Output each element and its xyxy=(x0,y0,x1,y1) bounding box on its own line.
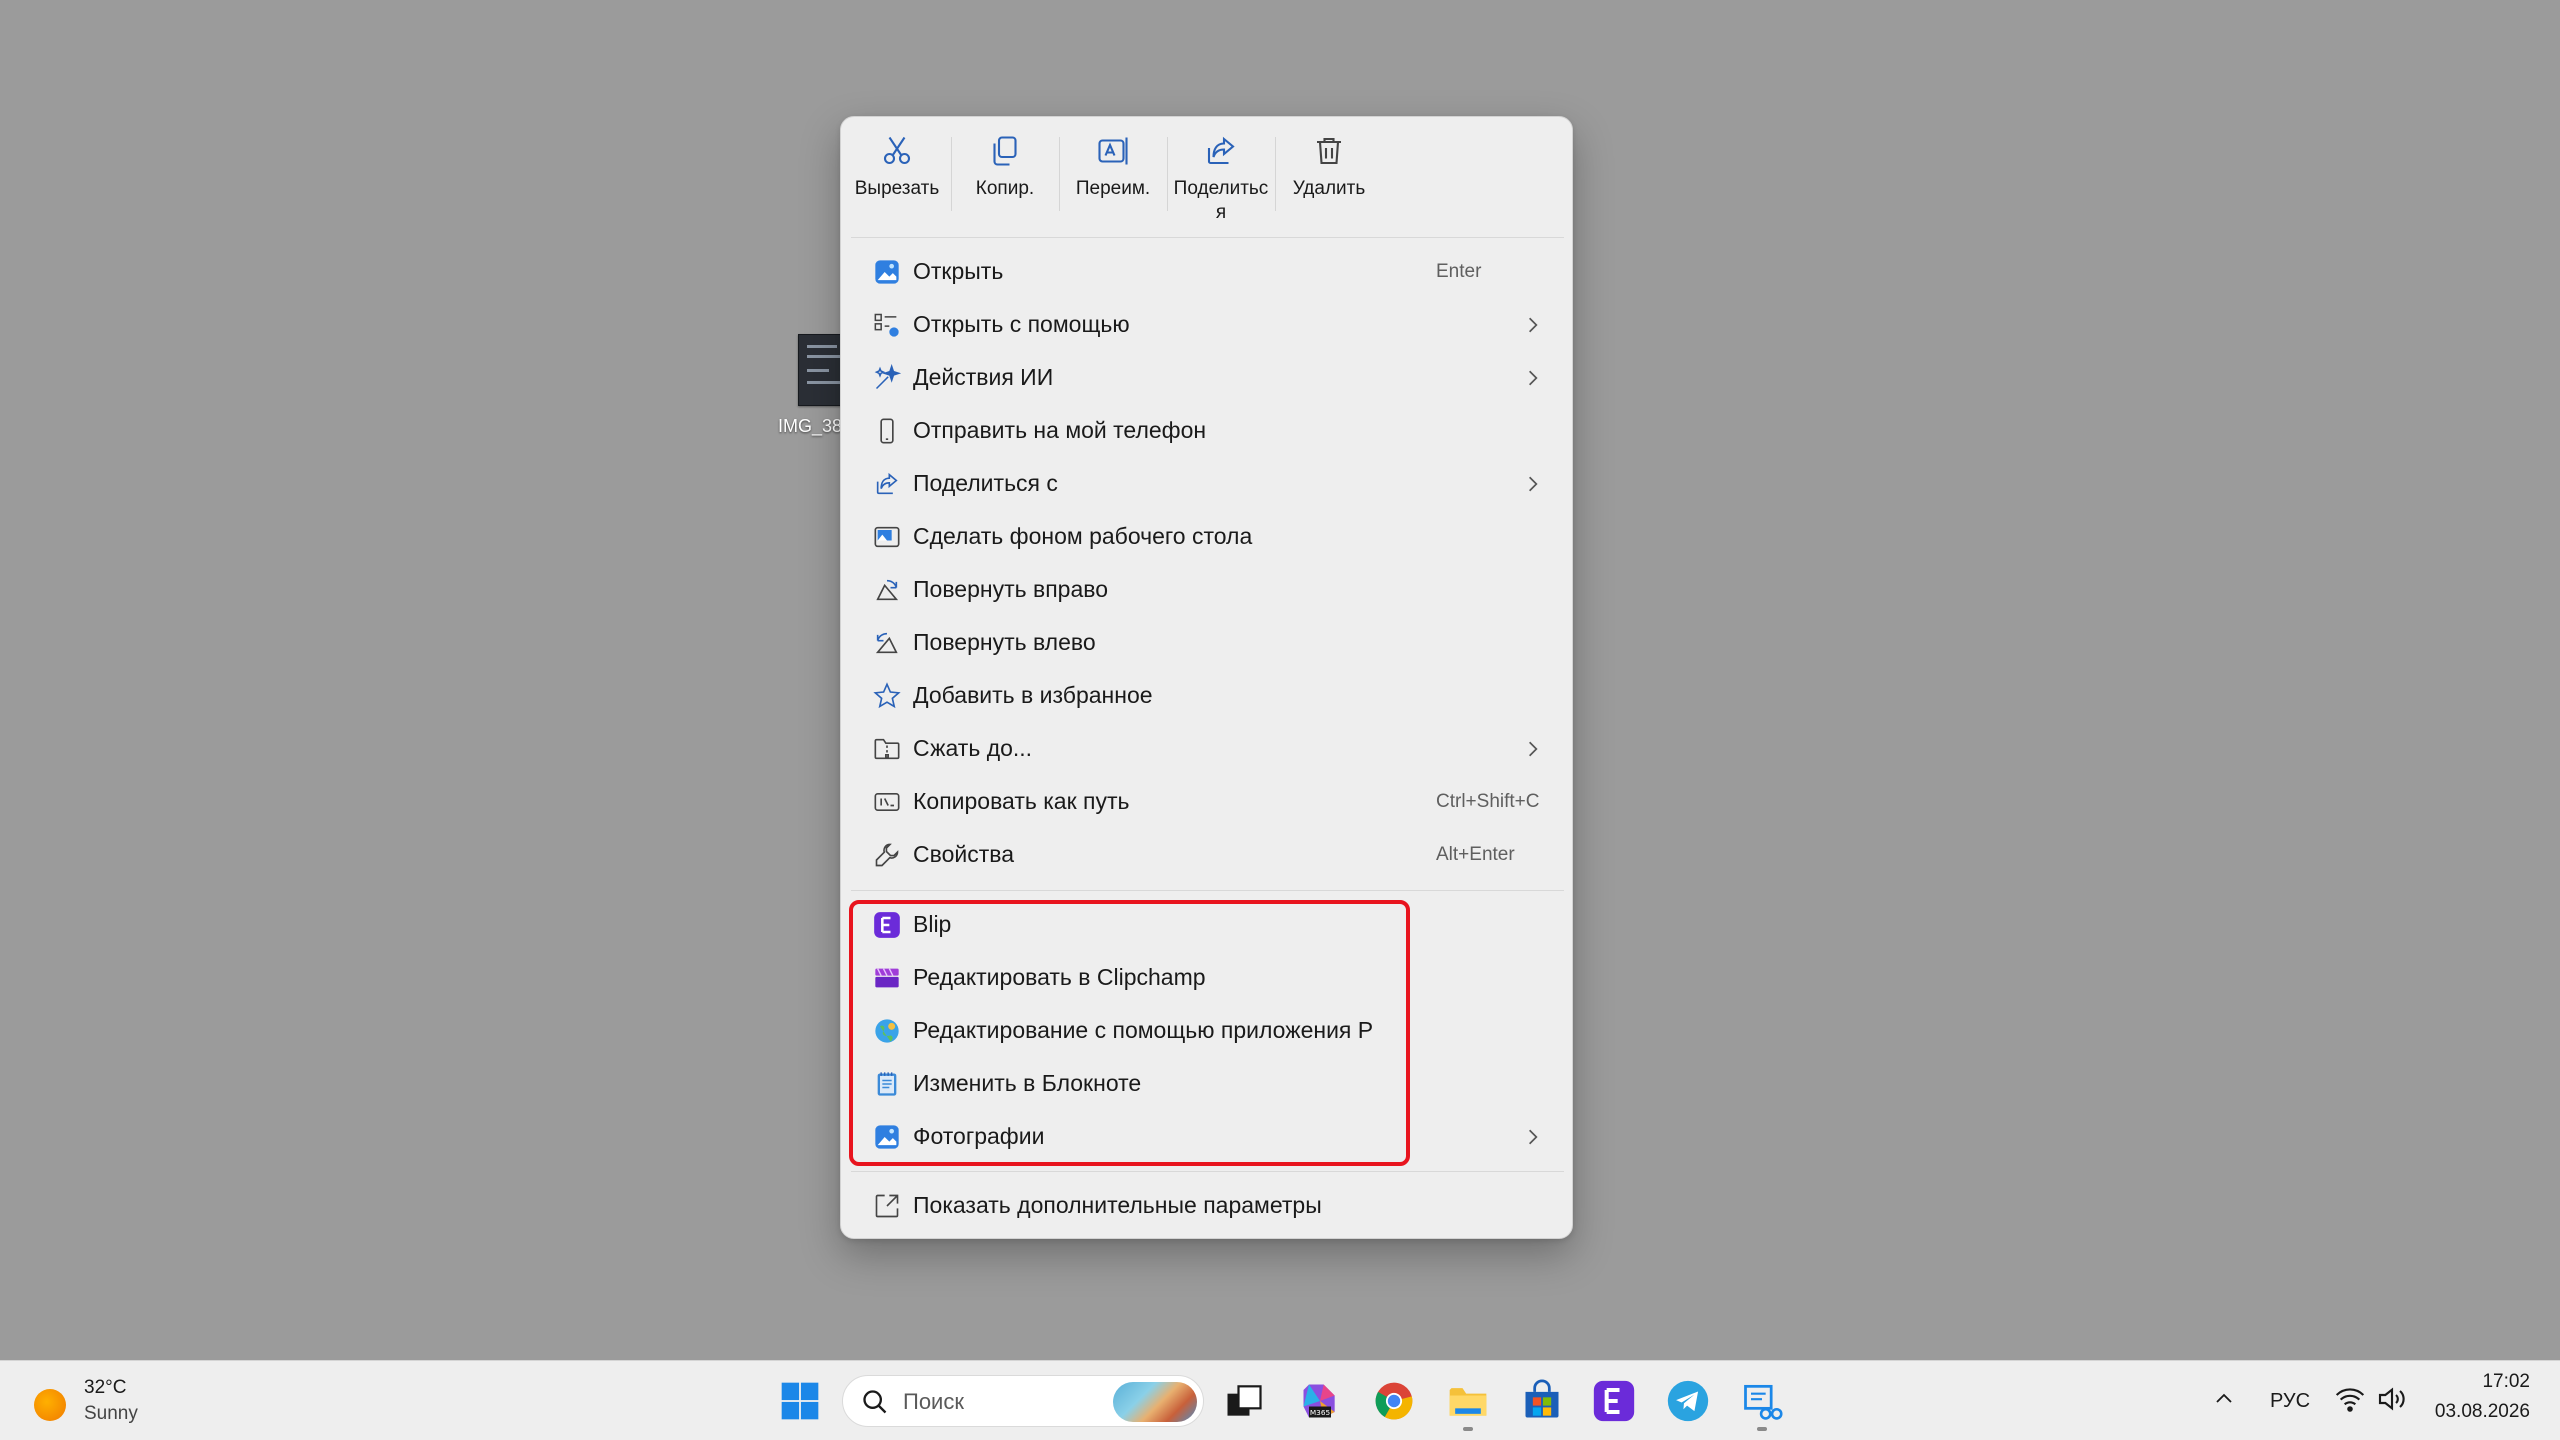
chevron-right-icon xyxy=(1529,1129,1538,1145)
scissors-icon xyxy=(883,136,911,165)
zip-folder-icon xyxy=(874,738,900,760)
share-icon xyxy=(876,472,898,495)
menu-item-properties[interactable]: Свойства Alt+Enter xyxy=(849,828,1564,881)
menu-divider xyxy=(851,890,1564,891)
menu-item-set-wallpaper[interactable]: Сделать фоном рабочего стола xyxy=(849,510,1564,563)
copy-button[interactable]: Копир. xyxy=(953,129,1057,233)
menu-item-add-favorite[interactable]: Добавить в избранное xyxy=(849,669,1564,722)
chevron-right-icon xyxy=(1529,476,1538,492)
clock-time[interactable]: 17:02 xyxy=(2440,1371,2530,1393)
cut-button[interactable]: Вырезать xyxy=(845,129,949,233)
star-icon xyxy=(873,682,901,709)
windows-start-icon[interactable] xyxy=(778,1379,822,1423)
running-indicator xyxy=(1463,1427,1473,1431)
task-view-icon[interactable] xyxy=(1222,1379,1266,1423)
chevron-right-icon xyxy=(1529,370,1538,386)
cut-label: Вырезать xyxy=(854,178,940,199)
menu-item-open-with[interactable]: Открыть с помощью xyxy=(849,298,1564,351)
ai-sparkle-icon xyxy=(874,364,901,390)
copy-label: Копир. xyxy=(975,178,1035,199)
volume-icon[interactable] xyxy=(2376,1383,2408,1415)
weather-temp: 32°C xyxy=(84,1377,127,1398)
menu-item-rotate-left[interactable]: Повернуть влево xyxy=(849,616,1564,669)
rename-label: Переим. xyxy=(1075,178,1151,199)
photos-app-icon xyxy=(875,260,899,284)
menu-item-share-with[interactable]: Поделиться с xyxy=(849,457,1564,510)
menu-divider xyxy=(851,237,1564,238)
menu-item-label: Повернуть влево xyxy=(913,629,1096,655)
snipping-tool-icon[interactable] xyxy=(1740,1379,1784,1423)
expand-icon xyxy=(875,1194,899,1218)
chevron-right-icon xyxy=(1529,317,1538,333)
delete-label: Удалить xyxy=(1292,178,1366,199)
search-placeholder: Поиск xyxy=(903,1389,964,1414)
menu-item-label: Поделиться с xyxy=(913,470,1058,496)
taskbar-search[interactable]: Поиск xyxy=(842,1375,1204,1427)
menu-item-label: Копировать как путь xyxy=(913,788,1130,814)
share-button[interactable]: Поделиться xyxy=(1169,129,1273,233)
chevron-right-icon xyxy=(1529,741,1538,757)
menu-item-send-to-phone[interactable]: Отправить на мой телефон xyxy=(849,404,1564,457)
sun-icon xyxy=(34,1389,66,1421)
menu-item-compress[interactable]: Сжать до... xyxy=(849,722,1564,775)
menu-item-label: Свойства xyxy=(913,841,1014,867)
menu-item-label: Сделать фоном рабочего стола xyxy=(913,523,1253,549)
menu-item-label: Повернуть вправо xyxy=(913,576,1108,602)
clock-date[interactable]: 03.08.2026 xyxy=(2420,1401,2530,1423)
menu-item-label: Сжать до... xyxy=(913,735,1033,761)
delete-button[interactable]: Удалить xyxy=(1277,129,1381,233)
menu-item-label: Открыть с помощью xyxy=(913,311,1130,337)
running-indicator xyxy=(1757,1427,1767,1431)
wrench-icon xyxy=(875,843,899,867)
menu-item-ai-actions[interactable]: Действия ИИ xyxy=(849,351,1564,404)
search-highlight-image xyxy=(1113,1382,1197,1422)
svg-text:M365: M365 xyxy=(1310,1408,1331,1417)
shortcut-hint: Ctrl+Shift+C xyxy=(1436,791,1540,812)
menu-item-label: Показать дополнительные параметры xyxy=(913,1192,1322,1218)
copy-path-icon xyxy=(874,793,900,811)
menu-item-label: Действия ИИ xyxy=(913,364,1054,390)
share-icon xyxy=(1207,136,1235,165)
file-explorer-icon[interactable] xyxy=(1446,1379,1490,1423)
trash-icon xyxy=(1317,137,1341,165)
chrome-icon[interactable] xyxy=(1372,1379,1416,1423)
search-icon xyxy=(863,1390,887,1414)
blip-app-icon[interactable] xyxy=(1592,1379,1636,1423)
chevron-up-icon[interactable] xyxy=(2212,1387,2236,1411)
menu-item-label: Добавить в избранное xyxy=(913,682,1153,708)
weather-condition: Sunny xyxy=(84,1403,138,1424)
open-with-icon xyxy=(874,313,899,337)
highlight-box xyxy=(849,900,1410,1166)
share-label: Поделиться xyxy=(1173,178,1269,223)
telegram-icon[interactable] xyxy=(1666,1379,1710,1423)
phone-icon xyxy=(880,418,894,444)
menu-item-label: Открыть xyxy=(913,258,1004,284)
menu-item-show-more-options[interactable]: Показать дополнительные параметры xyxy=(849,1179,1564,1232)
rotate-left-icon xyxy=(875,632,898,654)
copy-icon xyxy=(993,136,1017,166)
rotate-right-icon xyxy=(876,579,899,601)
menu-item-rotate-right[interactable]: Повернуть вправо xyxy=(849,563,1564,616)
rename-icon xyxy=(1098,137,1128,165)
quick-actions-bar: Вырезать Копир. Переим. Поделиться Удали… xyxy=(841,117,1572,237)
wifi-icon[interactable] xyxy=(2334,1383,2366,1415)
shortcut-hint: Enter xyxy=(1436,261,1482,282)
taskbar: 32°C Sunny Поиск M365 РУС 17:02 03.08.20… xyxy=(0,1360,2560,1440)
m365-copilot-icon[interactable]: M365 xyxy=(1298,1379,1342,1423)
rename-button[interactable]: Переим. xyxy=(1061,129,1165,233)
ms-store-icon[interactable] xyxy=(1520,1379,1564,1423)
wallpaper-icon xyxy=(874,526,900,548)
input-language[interactable]: РУС xyxy=(2270,1361,2310,1440)
shortcut-hint: Alt+Enter xyxy=(1436,844,1515,865)
weather-widget[interactable]: 32°C Sunny xyxy=(34,1375,174,1429)
menu-divider xyxy=(851,1171,1564,1172)
menu-item-label: Отправить на мой телефон xyxy=(913,417,1207,443)
menu-item-copy-as-path[interactable]: Копировать как путь Ctrl+Shift+C xyxy=(849,775,1564,828)
menu-item-open[interactable]: Открыть Enter xyxy=(849,245,1564,298)
